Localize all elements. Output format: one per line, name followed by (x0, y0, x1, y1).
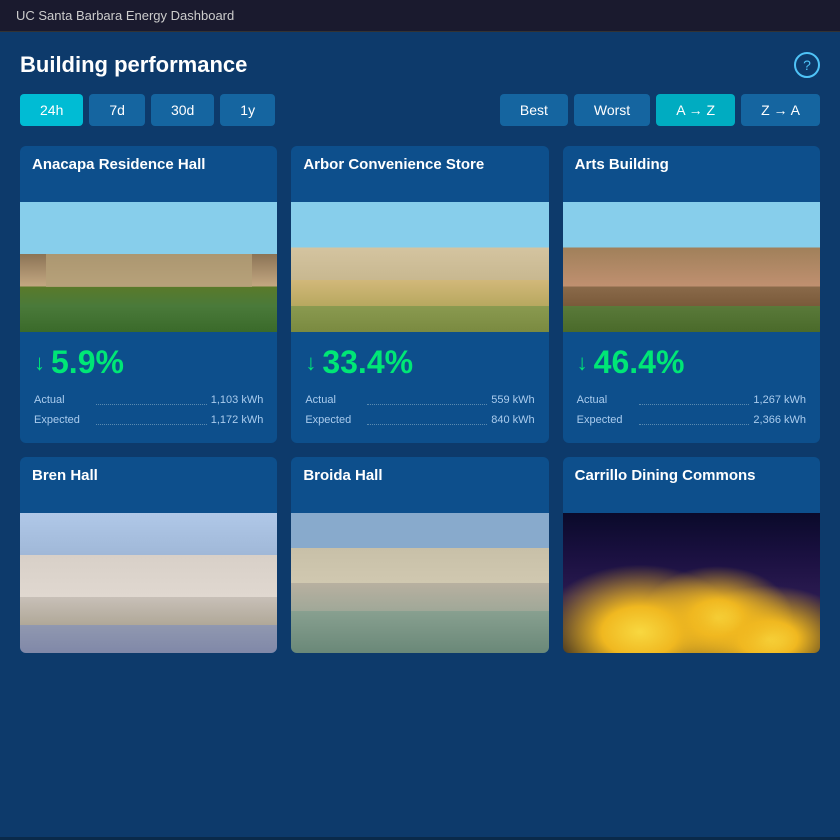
performance-section-arbor: ↓ 33.4% Actual 559 kWh Expected 840 kWh (291, 332, 548, 443)
building-name-broida: Broida Hall (291, 457, 548, 513)
building-card-broida[interactable]: Broida Hall (291, 457, 548, 653)
building-card-arts[interactable]: Arts Building ↓ 46.4% Actual 1,267 kWh E… (563, 146, 820, 443)
filter-row: 24h 7d 30d 1y Best Worst A → Z Z → A (20, 94, 820, 126)
building-image-arbor (291, 202, 548, 332)
building-card-carrillo[interactable]: Carrillo Dining Commons (563, 457, 820, 653)
building-image-broida (291, 513, 548, 653)
building-image-anacapa (20, 202, 277, 332)
top-bar: UC Santa Barbara Energy Dashboard (0, 0, 840, 32)
building-card-bren[interactable]: Bren Hall (20, 457, 277, 653)
main-container: Building performance ? 24h 7d 30d 1y Bes… (0, 32, 840, 837)
building-name-arts: Arts Building (563, 146, 820, 202)
building-image-carrillo (563, 513, 820, 653)
stat-expected-arts: Expected 2,366 kWh (577, 411, 806, 431)
stat-actual-anacapa: Actual 1,103 kWh (34, 391, 263, 411)
performance-value-arts: ↓ 46.4% (577, 344, 806, 381)
percent-arbor: 33.4% (322, 344, 413, 381)
stat-actual-arts: Actual 1,267 kWh (577, 391, 806, 411)
filter-24h[interactable]: 24h (20, 94, 83, 126)
sort-best[interactable]: Best (500, 94, 568, 126)
filter-7d[interactable]: 7d (89, 94, 145, 126)
building-image-bren (20, 513, 277, 653)
stat-expected-arbor: Expected 840 kWh (305, 411, 534, 431)
arrow-down-icon-anacapa: ↓ (34, 350, 45, 376)
arrow-down-icon-arts: ↓ (577, 350, 588, 376)
percent-anacapa: 5.9% (51, 344, 124, 381)
performance-value-arbor: ↓ 33.4% (305, 344, 534, 381)
building-name-bren: Bren Hall (20, 457, 277, 513)
building-card-arbor[interactable]: Arbor Convenience Store ↓ 33.4% Actual 5… (291, 146, 548, 443)
filter-1y[interactable]: 1y (220, 94, 275, 126)
performance-section-anacapa: ↓ 5.9% Actual 1,103 kWh Expected 1,172 k… (20, 332, 277, 443)
page-title: Building performance (20, 52, 247, 78)
app-title: UC Santa Barbara Energy Dashboard (16, 8, 234, 23)
arrow-down-icon-arbor: ↓ (305, 350, 316, 376)
sort-worst[interactable]: Worst (574, 94, 650, 126)
sort-z-a[interactable]: Z → A (741, 94, 820, 126)
stat-actual-arbor: Actual 559 kWh (305, 391, 534, 411)
building-name-carrillo: Carrillo Dining Commons (563, 457, 820, 513)
header-row: Building performance ? (20, 52, 820, 78)
percent-arts: 46.4% (594, 344, 685, 381)
filter-30d[interactable]: 30d (151, 94, 214, 126)
building-name-anacapa: Anacapa Residence Hall (20, 146, 277, 202)
stats-arts: Actual 1,267 kWh Expected 2,366 kWh (577, 391, 806, 431)
stats-anacapa: Actual 1,103 kWh Expected 1,172 kWh (34, 391, 263, 431)
stat-expected-anacapa: Expected 1,172 kWh (34, 411, 263, 431)
performance-value-anacapa: ↓ 5.9% (34, 344, 263, 381)
building-card-anacapa[interactable]: Anacapa Residence Hall ↓ 5.9% Actual 1,1… (20, 146, 277, 443)
buildings-grid: Anacapa Residence Hall ↓ 5.9% Actual 1,1… (20, 146, 820, 653)
building-name-arbor: Arbor Convenience Store (291, 146, 548, 202)
performance-section-arts: ↓ 46.4% Actual 1,267 kWh Expected 2,366 … (563, 332, 820, 443)
building-image-arts (563, 202, 820, 332)
stats-arbor: Actual 559 kWh Expected 840 kWh (305, 391, 534, 431)
help-icon[interactable]: ? (794, 52, 820, 78)
sort-a-z[interactable]: A → Z (656, 94, 735, 126)
